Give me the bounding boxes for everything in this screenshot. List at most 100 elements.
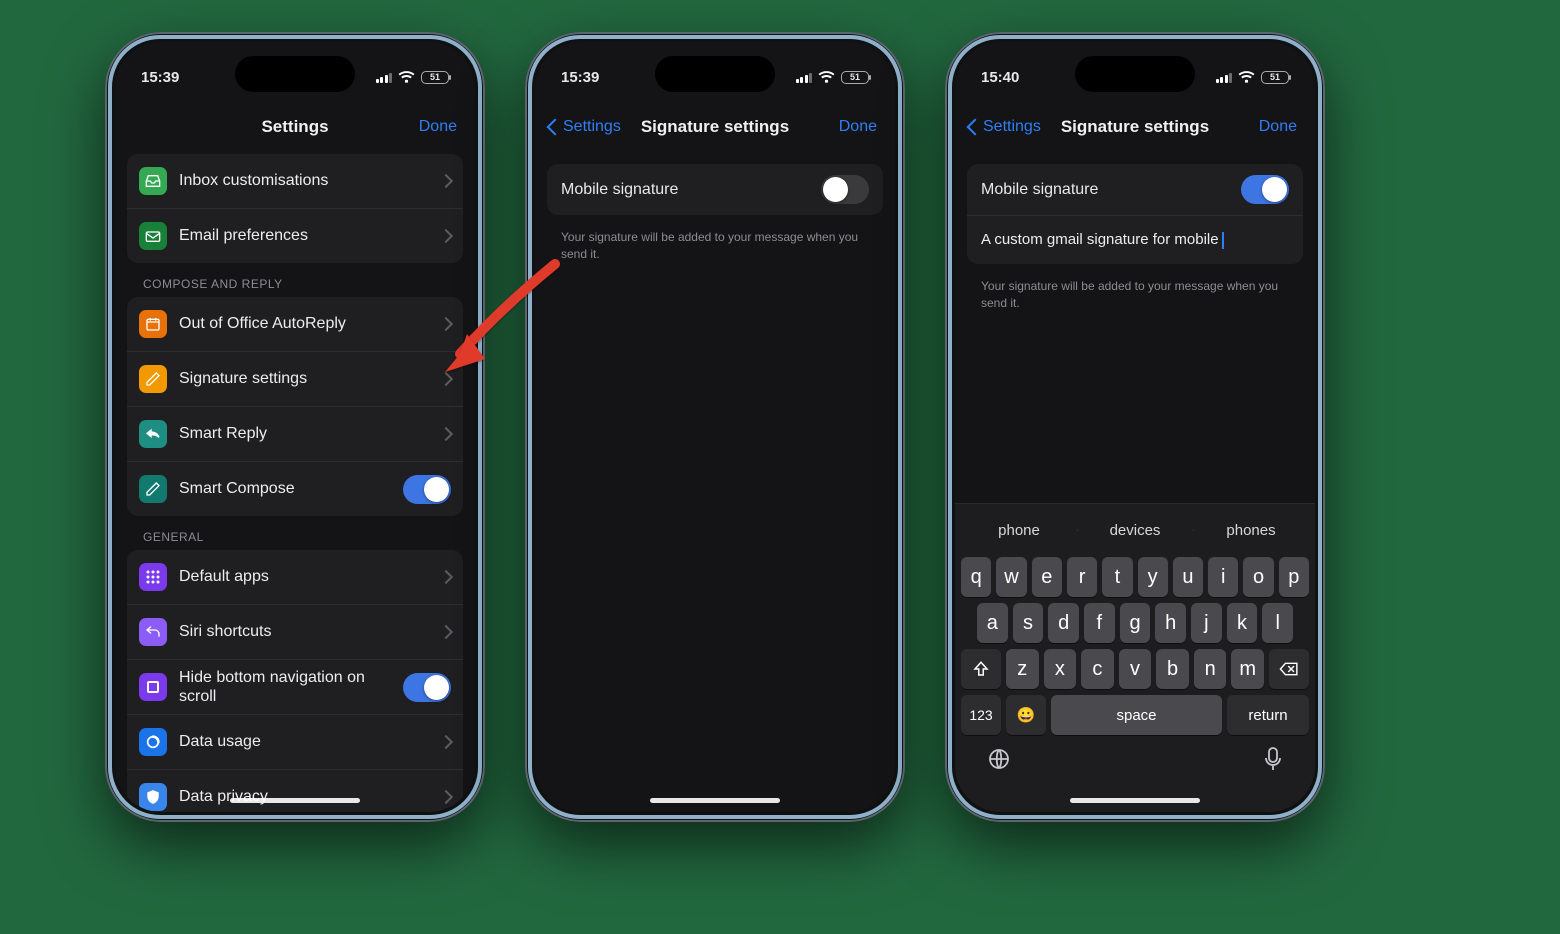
row-smart-compose[interactable]: Smart Compose <box>127 461 463 516</box>
wifi-icon <box>1238 71 1255 84</box>
numbers-key[interactable]: 123 <box>961 695 1001 735</box>
phone-frame-3: 15:40 51 Settings Signature settings Don… <box>945 32 1325 822</box>
mobile-signature-toggle-row[interactable]: Mobile signature <box>967 164 1303 215</box>
key-z[interactable]: z <box>1006 649 1039 689</box>
key-b[interactable]: b <box>1156 649 1189 689</box>
back-label: Settings <box>983 118 1041 136</box>
emoji-key[interactable]: 😀 <box>1006 695 1046 735</box>
wifi-icon <box>398 71 415 84</box>
hide-nav-toggle[interactable] <box>403 673 451 702</box>
key-x[interactable]: x <box>1044 649 1077 689</box>
data-icon <box>139 728 167 756</box>
done-button[interactable]: Done <box>839 118 877 136</box>
key-w[interactable]: w <box>996 557 1026 597</box>
mobile-signature-toggle-row[interactable]: Mobile signature <box>547 164 883 215</box>
settings-navbar: Settings Done <box>115 104 475 150</box>
suggestion-3[interactable]: phones <box>1193 522 1309 539</box>
screen-3: 15:40 51 Settings Signature settings Don… <box>955 42 1315 812</box>
home-indicator[interactable] <box>650 798 780 803</box>
key-a[interactable]: a <box>977 603 1008 643</box>
mobile-signature-label: Mobile signature <box>981 181 1231 199</box>
key-h[interactable]: h <box>1155 603 1186 643</box>
return-key[interactable]: return <box>1227 695 1309 735</box>
row-inbox-customisations[interactable]: Inbox customisations <box>127 154 463 208</box>
home-indicator[interactable] <box>230 798 360 803</box>
chevron-right-icon <box>439 570 453 584</box>
key-u[interactable]: u <box>1173 557 1203 597</box>
chevron-right-icon <box>439 735 453 749</box>
mobile-signature-toggle[interactable] <box>1241 175 1289 204</box>
row-signature-settings[interactable]: Signature settings <box>127 351 463 406</box>
row-out-of-office[interactable]: Out of Office AutoReply <box>127 297 463 351</box>
mobile-signature-card: Mobile signature <box>547 164 883 215</box>
back-button[interactable]: Settings <box>969 118 1041 136</box>
key-i[interactable]: i <box>1208 557 1238 597</box>
smart-compose-toggle[interactable] <box>403 475 451 504</box>
row-data-privacy[interactable]: Data privacy <box>127 769 463 812</box>
key-m[interactable]: m <box>1231 649 1264 689</box>
key-v[interactable]: v <box>1119 649 1152 689</box>
key-o[interactable]: o <box>1243 557 1273 597</box>
key-l[interactable]: l <box>1262 603 1293 643</box>
row-hide-bottom-nav[interactable]: Hide bottom navigation on scroll <box>127 659 463 714</box>
chevron-right-icon <box>439 317 453 331</box>
reply-icon <box>139 420 167 448</box>
shield-icon <box>139 783 167 811</box>
space-key[interactable]: space <box>1051 695 1222 735</box>
key-s[interactable]: s <box>1013 603 1044 643</box>
row-label: Out of Office AutoReply <box>179 314 429 333</box>
chevron-right-icon <box>439 790 453 804</box>
signature-input-row[interactable]: A custom gmail signature for mobile <box>967 215 1303 264</box>
row-label: Signature settings <box>179 369 429 388</box>
row-siri-shortcuts[interactable]: Siri shortcuts <box>127 604 463 659</box>
signature-footnote: Your signature will be added to your mes… <box>561 229 869 263</box>
key-r[interactable]: r <box>1067 557 1097 597</box>
mobile-signature-toggle[interactable] <box>821 175 869 204</box>
status-time: 15:39 <box>141 69 179 86</box>
dictation-key[interactable] <box>1263 746 1283 772</box>
signature-navbar: Settings Signature settings Done <box>955 104 1315 150</box>
row-label: Smart Reply <box>179 424 429 443</box>
key-p[interactable]: p <box>1279 557 1309 597</box>
row-email-preferences[interactable]: Email preferences <box>127 208 463 263</box>
row-data-usage[interactable]: Data usage <box>127 714 463 769</box>
siri-icon <box>139 618 167 646</box>
key-d[interactable]: d <box>1048 603 1079 643</box>
key-k[interactable]: k <box>1227 603 1258 643</box>
done-button[interactable]: Done <box>419 118 457 136</box>
back-label: Settings <box>563 118 621 136</box>
key-c[interactable]: c <box>1081 649 1114 689</box>
key-f[interactable]: f <box>1084 603 1115 643</box>
key-g[interactable]: g <box>1120 603 1151 643</box>
signature-footnote: Your signature will be added to your mes… <box>981 278 1289 312</box>
shift-key[interactable] <box>961 649 1001 689</box>
key-y[interactable]: y <box>1138 557 1168 597</box>
battery-icon: 51 <box>841 71 869 84</box>
key-e[interactable]: e <box>1032 557 1062 597</box>
chevron-right-icon <box>439 229 453 243</box>
settings-group-inbox: Inbox customisations Email preferences <box>127 154 463 263</box>
inbox-icon <box>139 167 167 195</box>
key-t[interactable]: t <box>1102 557 1132 597</box>
suggestion-2[interactable]: devices <box>1077 522 1193 539</box>
signature-input[interactable]: A custom gmail signature for mobile <box>981 231 1224 249</box>
globe-key[interactable] <box>987 747 1011 771</box>
done-button[interactable]: Done <box>1259 118 1297 136</box>
row-smart-reply[interactable]: Smart Reply <box>127 406 463 461</box>
row-label: Hide bottom navigation on scroll <box>179 668 391 706</box>
row-label: Data privacy <box>179 787 429 806</box>
suggestion-1[interactable]: phone <box>961 522 1077 539</box>
row-label: Siri shortcuts <box>179 622 429 641</box>
key-q[interactable]: q <box>961 557 991 597</box>
settings-group-compose: Out of Office AutoReply Signature settin… <box>127 297 463 516</box>
delete-key[interactable] <box>1269 649 1309 689</box>
key-j[interactable]: j <box>1191 603 1222 643</box>
key-n[interactable]: n <box>1194 649 1227 689</box>
row-default-apps[interactable]: Default apps <box>127 550 463 604</box>
row-label: Email preferences <box>179 226 429 245</box>
square-icon <box>139 673 167 701</box>
page-title: Settings <box>261 117 328 137</box>
home-indicator[interactable] <box>1070 798 1200 803</box>
back-button[interactable]: Settings <box>549 118 621 136</box>
status-time: 15:40 <box>981 69 1019 86</box>
